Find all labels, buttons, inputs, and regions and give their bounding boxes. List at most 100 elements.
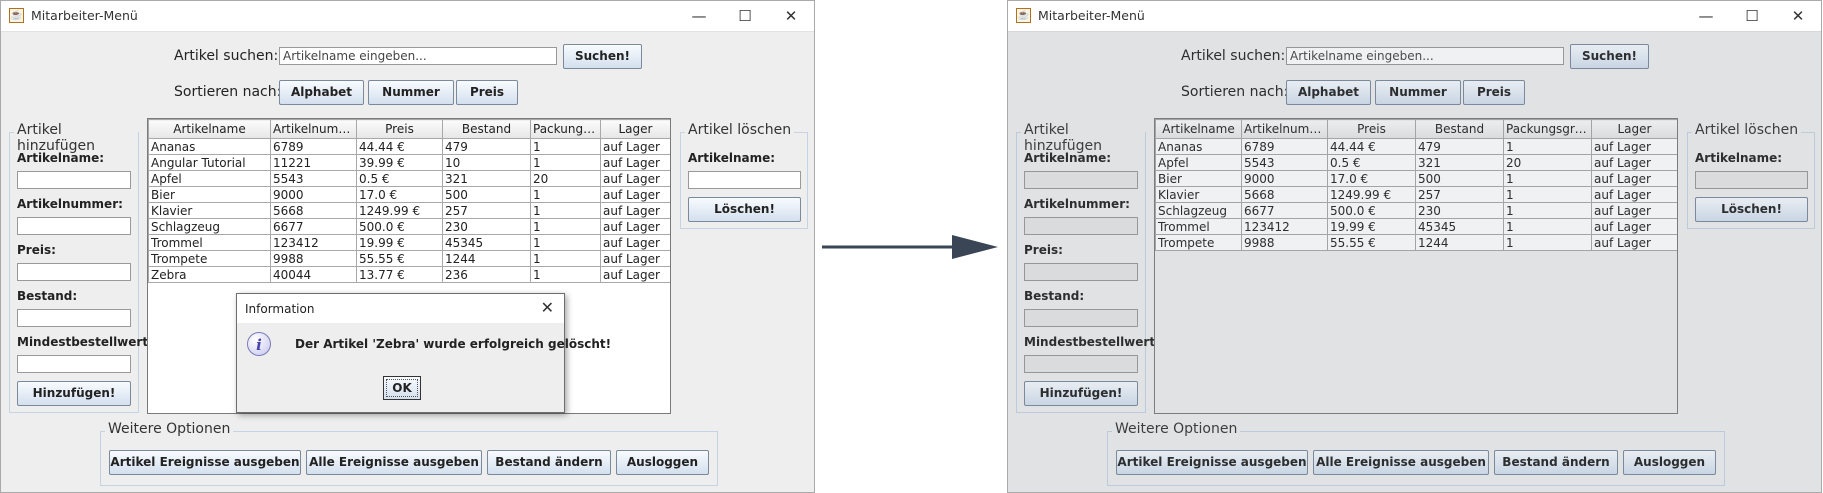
column-header[interactable]: Preis xyxy=(356,119,443,139)
title-bar: ☕ Mitarbeiter-Menü — ☐ ✕ xyxy=(1,1,814,32)
table-cell: Schlagzeug xyxy=(148,218,271,235)
add-number-input[interactable] xyxy=(1024,217,1138,235)
column-header[interactable]: Lager xyxy=(1591,119,1677,139)
column-header[interactable]: Artikelnummer xyxy=(1241,119,1328,139)
minimize-icon[interactable]: — xyxy=(1683,1,1729,31)
table-cell: 5668 xyxy=(270,202,357,219)
table-cell: 230 xyxy=(1415,202,1504,219)
dialog-ok-button[interactable]: OK xyxy=(383,376,421,400)
table-row[interactable]: Schlagzeug 6677 500.0 €230 1 auf Lager xyxy=(1155,202,1677,219)
column-header[interactable]: Artikelnummer xyxy=(270,119,357,139)
sort-label: Sortieren nach: xyxy=(174,84,282,100)
close-icon[interactable]: ✕ xyxy=(768,1,814,31)
add-name-input[interactable] xyxy=(17,171,131,189)
table-row[interactable]: Angular Tutorial 11221 39.99 €10 1 auf Lager xyxy=(148,154,670,171)
add-button[interactable]: Hinzufügen! xyxy=(1024,381,1138,406)
table-cell: Trompete xyxy=(148,250,271,267)
table-row[interactable]: Trompete 9988 55.55 €1244 1 auf Lager xyxy=(148,250,670,267)
table-cell: 6789 xyxy=(270,138,357,155)
transition-arrow-icon xyxy=(822,235,998,259)
maximize-icon[interactable]: ☐ xyxy=(722,1,768,31)
add-number-input[interactable] xyxy=(17,217,131,235)
table-cell: auf Lager xyxy=(600,266,670,283)
all-events-button[interactable]: Alle Ereignisse ausgeben xyxy=(306,450,482,475)
table-cell: 257 xyxy=(1415,186,1504,203)
delete-name-input[interactable] xyxy=(688,171,801,189)
column-header[interactable]: Preis xyxy=(1327,119,1416,139)
dialog-close-icon[interactable]: ✕ xyxy=(541,298,554,317)
article-events-button[interactable]: Artikel Ereignisse ausgeben xyxy=(109,450,301,475)
table-cell: auf Lager xyxy=(600,250,670,267)
add-min-order-input[interactable] xyxy=(17,355,131,373)
table-row[interactable]: Trommel 123412 19.99 €45345 1 auf Lager xyxy=(148,234,670,251)
table-cell: Trompete xyxy=(1155,234,1242,251)
article-events-button[interactable]: Artikel Ereignisse ausgeben xyxy=(1116,450,1308,475)
all-events-button[interactable]: Alle Ereignisse ausgeben xyxy=(1313,450,1489,475)
logout-button[interactable]: Ausloggen xyxy=(616,450,709,475)
sort-alphabet-button[interactable]: Alphabet xyxy=(1286,80,1371,105)
table-cell: 1 xyxy=(530,154,601,171)
maximize-icon[interactable]: ☐ xyxy=(1729,1,1775,31)
column-header[interactable]: Packungsgrö... xyxy=(1503,119,1592,139)
add-price-input[interactable] xyxy=(17,263,131,281)
delete-name-input[interactable] xyxy=(1695,171,1808,189)
table-row[interactable]: Klavier 5668 1249.99 €257 1 auf Lager xyxy=(1155,186,1677,203)
add-button[interactable]: Hinzufügen! xyxy=(17,381,131,406)
field-label-min-order: Mindestbestellwert: xyxy=(17,335,153,349)
table-row[interactable]: Apfel 5543 0.5 €321 20 auf Lager xyxy=(148,170,670,187)
table-row[interactable]: Zebra 40044 13.77 €236 1 auf Lager xyxy=(148,266,670,283)
table-row[interactable]: Trommel 123412 19.99 €45345 1 auf Lager xyxy=(1155,218,1677,235)
table-row[interactable]: Schlagzeug 6677 500.0 €230 1 auf Lager xyxy=(148,218,670,235)
table-row[interactable]: Ananas 6789 44.44 €479 1 auf Lager xyxy=(148,138,670,155)
table-row[interactable]: Klavier 5668 1249.99 €257 1 auf Lager xyxy=(148,202,670,219)
column-header[interactable]: Bestand xyxy=(442,119,531,139)
change-stock-button[interactable]: Bestand ändern xyxy=(1494,450,1618,475)
more-options-panel: Weitere Optionen Artikel Ereignisse ausg… xyxy=(1107,421,1725,486)
search-input[interactable]: Artikelname eingeben... xyxy=(279,47,557,65)
table-cell: 1 xyxy=(1503,234,1592,251)
sort-price-button[interactable]: Preis xyxy=(1463,80,1525,105)
table-cell: 1 xyxy=(530,202,601,219)
delete-button[interactable]: Löschen! xyxy=(1695,197,1808,222)
change-stock-button[interactable]: Bestand ändern xyxy=(487,450,611,475)
add-stock-input[interactable] xyxy=(17,309,131,327)
logout-button[interactable]: Ausloggen xyxy=(1623,450,1716,475)
table-cell: 1244 xyxy=(442,250,531,267)
table-cell: 9988 xyxy=(1241,234,1328,251)
sort-number-button[interactable]: Nummer xyxy=(368,80,454,105)
add-min-order-input[interactable] xyxy=(1024,355,1138,373)
table-row[interactable]: Bier 9000 17.0 €500 1 auf Lager xyxy=(148,186,670,203)
table-cell: 123412 xyxy=(270,234,357,251)
table-cell: 20 xyxy=(1503,154,1592,171)
add-stock-input[interactable] xyxy=(1024,309,1138,327)
sort-number-button[interactable]: Nummer xyxy=(1375,80,1461,105)
column-header[interactable]: Artikelname xyxy=(1155,119,1242,139)
column-header[interactable]: Packungs... xyxy=(530,119,601,139)
table-row[interactable]: Ananas 6789 44.44 €479 1 auf Lager xyxy=(1155,138,1677,155)
add-name-input[interactable] xyxy=(1024,171,1138,189)
column-header[interactable]: Bestand xyxy=(1415,119,1504,139)
sort-alphabet-button[interactable]: Alphabet xyxy=(279,80,364,105)
table-cell: 45345 xyxy=(1415,218,1504,235)
table-row[interactable]: Bier 9000 17.0 €500 1 auf Lager xyxy=(1155,170,1677,187)
table-cell: 500.0 € xyxy=(356,218,443,235)
close-icon[interactable]: ✕ xyxy=(1775,1,1821,31)
delete-button[interactable]: Löschen! xyxy=(688,197,801,222)
window-before: ☕ Mitarbeiter-Menü — ☐ ✕ Artikel suchen:… xyxy=(0,0,815,493)
table-cell: 5543 xyxy=(1241,154,1328,171)
search-button[interactable]: Suchen! xyxy=(1570,44,1649,69)
table-cell: Klavier xyxy=(1155,186,1242,203)
table-row[interactable]: Apfel 5543 0.5 €321 20 auf Lager xyxy=(1155,154,1677,171)
sort-price-button[interactable]: Preis xyxy=(456,80,518,105)
add-price-input[interactable] xyxy=(1024,263,1138,281)
table-cell: 1 xyxy=(530,218,601,235)
field-label-number: Artikelnummer: xyxy=(17,197,123,211)
search-input[interactable]: Artikelname eingeben... xyxy=(1286,47,1564,65)
search-button[interactable]: Suchen! xyxy=(563,44,642,69)
minimize-icon[interactable]: — xyxy=(676,1,722,31)
table-cell: 1 xyxy=(530,266,601,283)
table-row[interactable]: Trompete 9988 55.55 €1244 1 auf Lager xyxy=(1155,234,1677,251)
table-cell: auf Lager xyxy=(1591,154,1677,171)
column-header[interactable]: Artikelname xyxy=(148,119,271,139)
column-header[interactable]: Lager xyxy=(600,119,670,139)
